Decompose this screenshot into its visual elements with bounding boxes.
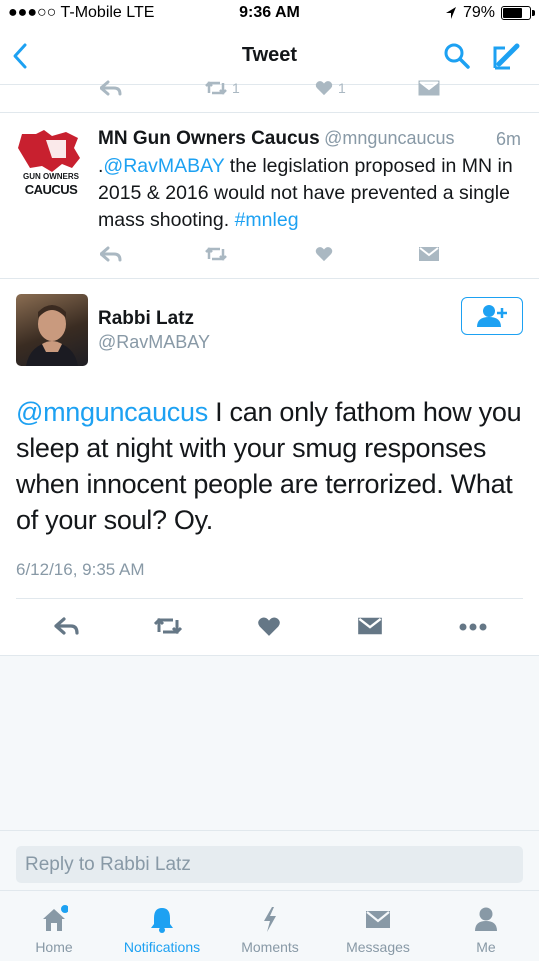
author-name-text: Rabbi Latz: [98, 308, 195, 329]
like-button[interactable]: 1: [314, 80, 346, 96]
direct-message-icon[interactable]: [418, 246, 440, 262]
battery-icon: [501, 6, 535, 20]
reply-tweet-header: MN Gun Owners Caucus @mnguncaucus: [98, 128, 528, 150]
tab-label: Me: [476, 939, 496, 955]
mention-link[interactable]: @RavMABAY: [103, 155, 224, 177]
retweet-count: 1: [232, 80, 240, 96]
reply-icon[interactable]: [100, 80, 122, 96]
tab-label: Moments: [241, 939, 299, 955]
follow-button[interactable]: [461, 297, 523, 335]
tab-messages[interactable]: Messages: [324, 891, 432, 961]
nav-bar: Tweet: [0, 28, 539, 85]
divider: [0, 112, 539, 113]
envelope-icon: [366, 911, 390, 928]
tab-label: Notifications: [123, 939, 201, 955]
avatar-text-bottom: CAUCUS: [24, 182, 78, 197]
profile-photo: [26, 305, 78, 366]
more-options-icon[interactable]: [458, 622, 488, 632]
tab-label: Home: [35, 939, 73, 955]
main-tweet-actions: [0, 612, 539, 642]
location-arrow-icon: [445, 7, 456, 19]
avatar-text-top: GUN OWNERS: [23, 172, 79, 181]
reply-tweet-text: .@RavMABAY the legislation proposed in M…: [98, 153, 523, 234]
hashtag-link[interactable]: #mnleg: [235, 209, 299, 231]
reply-icon[interactable]: [100, 246, 122, 262]
author-name[interactable]: Rabbi Latz: [98, 308, 194, 330]
direct-message-icon[interactable]: [418, 80, 440, 96]
avatar[interactable]: [16, 294, 88, 366]
reply-input[interactable]: Reply to Rabbi Latz: [16, 846, 523, 883]
heart-icon[interactable]: [314, 246, 334, 262]
compose-icon[interactable]: [490, 40, 522, 72]
home-icon: [43, 905, 68, 931]
battery-status: 79%: [445, 4, 535, 22]
author-name[interactable]: MN Gun Owners Caucus: [98, 128, 320, 149]
person-icon: [475, 907, 497, 931]
tab-bar: Home Notifications Moments Messages Me: [0, 890, 539, 961]
lightning-icon: [264, 907, 276, 932]
direct-message-icon[interactable]: [357, 616, 383, 636]
author-handle[interactable]: @mnguncaucus: [324, 128, 454, 148]
mention-link[interactable]: @mnguncaucus: [16, 397, 208, 427]
empty-area: [0, 656, 539, 830]
retweet-icon[interactable]: [204, 246, 228, 262]
reply-tweet-actions: [100, 246, 440, 266]
retweet-icon[interactable]: [153, 616, 183, 636]
heart-icon: [315, 81, 333, 96]
retweet-button[interactable]: 1: [204, 80, 240, 96]
heart-icon[interactable]: [257, 616, 281, 637]
tab-label: Messages: [346, 939, 410, 955]
avatar[interactable]: GUN OWNERS CAUCUS: [16, 128, 86, 198]
tab-notifications[interactable]: Notifications: [108, 891, 216, 961]
add-user-icon: [477, 305, 507, 327]
tab-home[interactable]: Home: [0, 891, 108, 961]
author-handle[interactable]: @RavMABAY: [98, 332, 210, 353]
divider: [0, 278, 539, 279]
main-tweet-text: @mnguncaucus I can only fathom how you s…: [16, 394, 523, 538]
tab-me[interactable]: Me: [432, 891, 539, 961]
search-icon[interactable]: [443, 42, 471, 70]
tweet-timestamp: 6/12/16, 9:35 AM: [16, 560, 145, 579]
reply-icon[interactable]: [54, 616, 80, 636]
tweet-time: 6m: [496, 129, 522, 149]
battery-percent: 79%: [462, 4, 495, 21]
tab-moments[interactable]: Moments: [216, 891, 324, 961]
retweet-icon: [205, 81, 227, 95]
divider: [16, 598, 523, 599]
like-count: 1: [338, 80, 346, 96]
reply-bar: Reply to Rabbi Latz: [0, 830, 539, 891]
status-bar: ●●●○○ T-Mobile LTE 9:36 AM 79%: [0, 0, 539, 28]
bell-icon: [151, 908, 173, 933]
previous-tweet-actions: 1 1: [100, 80, 440, 100]
